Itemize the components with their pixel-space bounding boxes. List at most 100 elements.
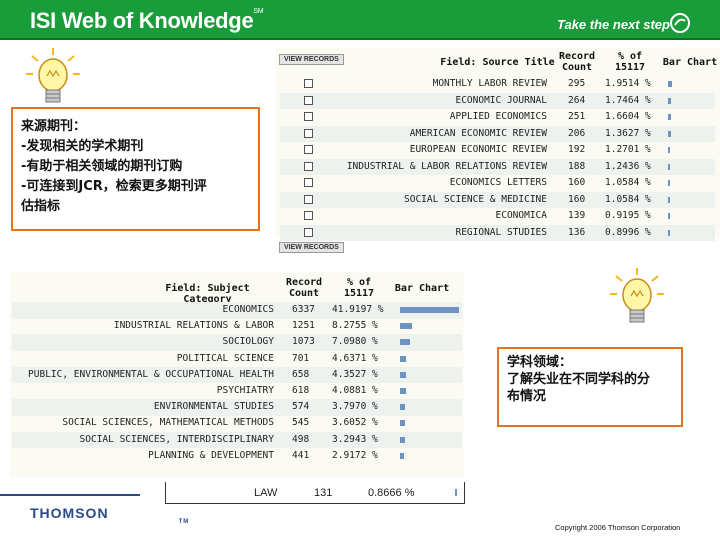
row-pct: 41.9197 % [332,304,384,315]
subject-count-header: Record Count [285,277,323,299]
row-count: 1251 [292,320,315,332]
footer-divider [0,494,140,496]
row-count: 498 [292,433,310,445]
row-title: INDUSTRIAL & LABOR RELATIONS REVIEW [346,160,547,172]
source-row: MONTHLY LABOR REVIEW 295 1.9514 % [280,76,715,93]
subject-callout: 学科领域： 了解失业在不同学科的分 布情况 [497,347,683,427]
row-pct: 1.0584 % [605,193,651,205]
row-pct: 1.3627 % [605,127,651,139]
checkbox-icon[interactable] [304,145,313,154]
lightbulb-icon [610,268,664,323]
row-title: SOCIAL SCIENCES, MATHEMATICAL METHODS [62,417,274,429]
checkbox-icon[interactable] [304,79,313,88]
source-row: ECONOMIC JOURNAL 264 1.7464 % [280,92,715,109]
subject-row: SOCIAL SCIENCES, MATHEMATICAL METHODS 545… [12,415,462,432]
view-records-button-top[interactable]: VIEW RECORDS [279,54,344,65]
row-bar [668,147,671,153]
source-row: EUROPEAN ECONOMIC REVIEW 192 1.2701 % [280,142,715,159]
checkbox-icon[interactable] [304,227,313,237]
subject-row: PLANNING & DEVELOPMENT 441 2.9172 % [12,448,462,465]
checkbox-icon[interactable] [304,112,313,121]
row-title: PLANNING & DEVELOPMENT [148,449,274,461]
checkbox-icon[interactable] [304,161,313,171]
row-bar [400,339,410,346]
row-pct: 1.2436 % [605,160,651,172]
subject-row: SOCIAL SCIENCES, INTERDISCIPLINARY 498 3.2… [12,431,462,449]
copyright: Copyright 2006 Thomson Corporation [555,523,681,532]
row-bar [668,130,671,137]
lightbulb-icon [26,48,80,103]
source-row: SOCIAL SCIENCE & MEDICINE 160 1.0584 % [280,191,715,208]
row-pct: 3.6052 % [332,417,378,429]
row-pct: 7.0980 % [332,336,378,348]
source-row: REGIONAL STUDIES 136 0.8996 % [280,224,715,241]
source-pct-header: % of 15117 [614,51,646,73]
row-bar [400,307,459,313]
row-bar [668,229,670,236]
source-row: ECONOMICA 139 0.9195 % [280,208,715,225]
source-field-header: Field: Source Title [440,57,555,68]
row-pct: 1.7464 % [605,94,651,106]
brand-tm: TM [178,519,190,525]
row-pct: 4.0881 % [332,385,378,396]
subject-row: SOCIOLOGY 1073 7.0980 % [12,334,462,351]
row-count: 545 [292,417,310,429]
row-title: MONTHLY LABOR REVIEW [432,78,547,89]
source-callout: 来源期刊： -发现相关的学术期刊 -有助于相关领域的期刊订购 -可连接到JCR，… [11,107,260,231]
subject-row: INDUSTRIAL RELATIONS & LABOR 1251 8.2755 % [12,318,462,335]
row-bar [668,97,672,104]
row-pct: 0.9195 % [605,210,651,221]
checkbox-icon[interactable] [304,128,313,138]
subject-row: PUBLIC, ENVIRONMENTAL & OCCUPATIONAL HEA… [12,366,462,384]
row-title: ECONOMICS LETTERS [449,177,547,188]
checkbox-icon[interactable] [304,194,313,204]
source-row: APPLIED ECONOMICS 251 1.6604 % [280,109,715,126]
row-pct: 4.3527 % [332,368,378,380]
view-records-button-bottom[interactable]: VIEW RECORDS [279,242,344,253]
row-title: APPLIED ECONOMICS [449,111,547,122]
row-count: 618 [292,385,310,396]
row-count: 136 [568,226,586,238]
row-bar [400,388,406,394]
row-bar [668,196,670,203]
row-pct: 0.8996 % [605,226,651,238]
subject-extra-row: LAW 131 0.8666 % [165,482,465,504]
row-title: AMERICAN ECONOMIC REVIEW [409,127,547,139]
subject-row: POLITICAL SCIENCE 701 4.6371 % [12,351,462,368]
row-count: 139 [568,210,586,221]
row-title: ECONOMICA [495,210,547,221]
row-bar [400,452,405,459]
subject-pct-header: % of 15117 [343,277,375,299]
row-count: 574 [292,401,310,413]
checkbox-icon[interactable] [304,95,313,105]
subject-row: PSYCHIATRY 618 4.0881 % [12,383,462,400]
row-title: REGIONAL STUDIES [455,226,547,238]
row-bar [668,81,672,87]
checkbox-icon[interactable] [304,211,313,220]
row-pct: 1.2701 % [605,144,651,155]
subject-bar-header: Bar Chart [394,283,450,294]
row-pct: 1.0584 % [605,177,651,188]
row-bar [400,371,407,378]
callout-line: -可连接到JCR，检索更多期刊评 [21,179,207,194]
row-bar [668,114,672,120]
checkbox-icon[interactable] [304,178,313,187]
isi-logo: ISI Web of KnowledgeSM [30,8,264,34]
logo-text: ISI Web of Knowledge [30,8,254,33]
callout-line: -发现相关的学术期刊 [21,139,144,154]
subject-row: ECONOMICS 6337 41.9197 % [12,302,462,319]
row-title: ECONOMIC JOURNAL [455,94,547,106]
row-pct: 2.9172 % [332,449,378,461]
row-count: 701 [292,352,310,364]
row-pct: 4.6371 % [332,352,378,364]
source-row: AMERICAN ECONOMIC REVIEW 206 1.3627 % [280,125,715,142]
source-bar-header: Bar Chart [662,57,718,68]
row-bar [668,180,670,186]
row-bar [400,323,412,330]
row-title: EUROPEAN ECONOMIC REVIEW [409,144,547,155]
row-bar [400,404,406,411]
header-bar: ISI Web of KnowledgeSM Take the next ste… [0,0,720,40]
row-title: PSYCHIATRY [216,385,274,396]
swirl-logo-icon [670,13,690,33]
row-count: 264 [568,94,586,106]
